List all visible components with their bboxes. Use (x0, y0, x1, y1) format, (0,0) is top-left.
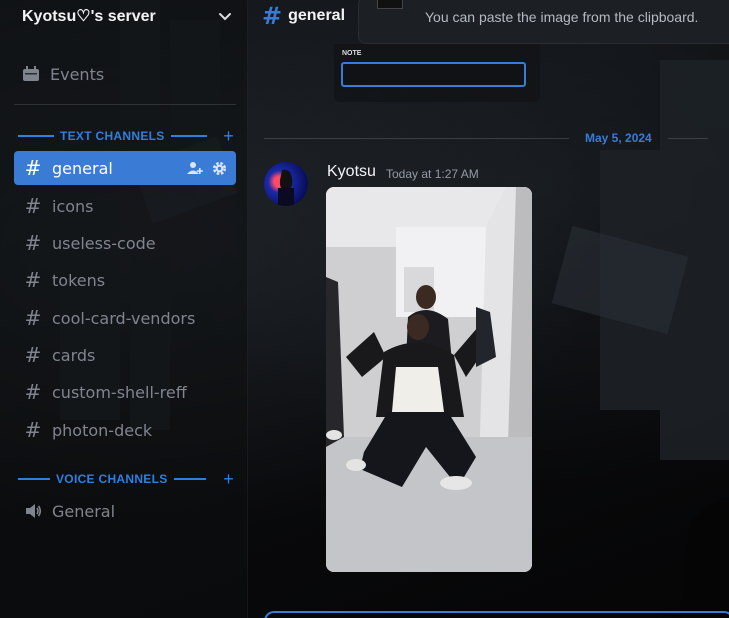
note-label: NOTE (342, 50, 362, 57)
channel-label: custom-shell-reff (52, 382, 187, 402)
channel-custom-shell-reff[interactable]: # custom-shell-reff (14, 375, 236, 409)
note-input[interactable] (341, 62, 526, 87)
hash-icon: # (24, 231, 42, 255)
channel-label: cards (52, 345, 96, 365)
sidebar-divider (14, 104, 236, 105)
channel-sidebar: Kyotsu♡'s server Events TEXT CHANNELS + … (0, 0, 248, 618)
hash-icon: # (24, 343, 42, 367)
gear-icon[interactable] (211, 160, 228, 177)
speaker-icon (26, 504, 42, 518)
avatar[interactable] (264, 162, 308, 206)
channel-label: useless-code (52, 233, 156, 253)
hash-icon: # (24, 306, 42, 330)
channel-label: general (52, 158, 113, 178)
category-voice-channels[interactable]: VOICE CHANNELS + (18, 470, 234, 488)
channel-label: cool-card-vendors (52, 308, 196, 328)
hash-icon: # (24, 380, 42, 404)
category-label: VOICE CHANNELS (56, 472, 168, 486)
message-composer[interactable] (264, 611, 729, 618)
upload-popup: You can paste the image from the clipboa… (358, 0, 729, 44)
server-header[interactable]: Kyotsu♡'s server (0, 0, 248, 32)
message-timestamp: Today at 1:27 AM (386, 167, 479, 181)
events-item[interactable]: Events (22, 62, 104, 86)
channel-label: General (52, 501, 116, 521)
hash-icon: # (24, 418, 42, 442)
chevron-down-icon[interactable] (218, 9, 232, 23)
category-label: TEXT CHANNELS (60, 129, 165, 143)
events-label: Events (50, 64, 105, 84)
note-panel: NOTE (334, 44, 540, 102)
plus-icon[interactable]: + (223, 470, 234, 488)
date-label: May 5, 2024 (585, 131, 652, 145)
channel-label: tokens (52, 270, 106, 290)
hash-icon: # (262, 2, 283, 30)
channel-cool-card-vendors[interactable]: # cool-card-vendors (14, 301, 236, 335)
server-name: Kyotsu♡'s server (22, 8, 156, 25)
image-attachment[interactable] (326, 187, 532, 572)
hash-icon: # (24, 194, 42, 218)
category-text-channels[interactable]: TEXT CHANNELS + (18, 127, 234, 145)
upload-thumbnail[interactable] (377, 0, 403, 9)
channel-label: photon-deck (52, 420, 153, 440)
channel-photon-deck[interactable]: # photon-deck (14, 413, 236, 447)
channel-label: icons (52, 196, 94, 216)
plus-icon[interactable]: + (223, 127, 234, 145)
channel-tokens[interactable]: # tokens (14, 263, 236, 297)
channel-general[interactable]: # general (14, 151, 236, 185)
message-author[interactable]: Kyotsu (327, 163, 376, 181)
upload-hint: You can paste the image from the clipboa… (425, 9, 699, 25)
add-member-icon[interactable] (187, 160, 203, 176)
voice-channel-general[interactable]: General (14, 494, 236, 528)
channel-title: # general (262, 2, 345, 30)
channel-title-label: general (288, 7, 346, 24)
channel-cards[interactable]: # cards (14, 338, 236, 372)
hash-icon: # (24, 156, 42, 180)
calendar-icon (23, 66, 39, 81)
channel-icons[interactable]: # icons (14, 189, 236, 223)
date-divider: May 5, 2024 (264, 130, 729, 146)
hash-icon: # (24, 268, 42, 292)
channel-useless-code[interactable]: # useless-code (14, 226, 236, 260)
